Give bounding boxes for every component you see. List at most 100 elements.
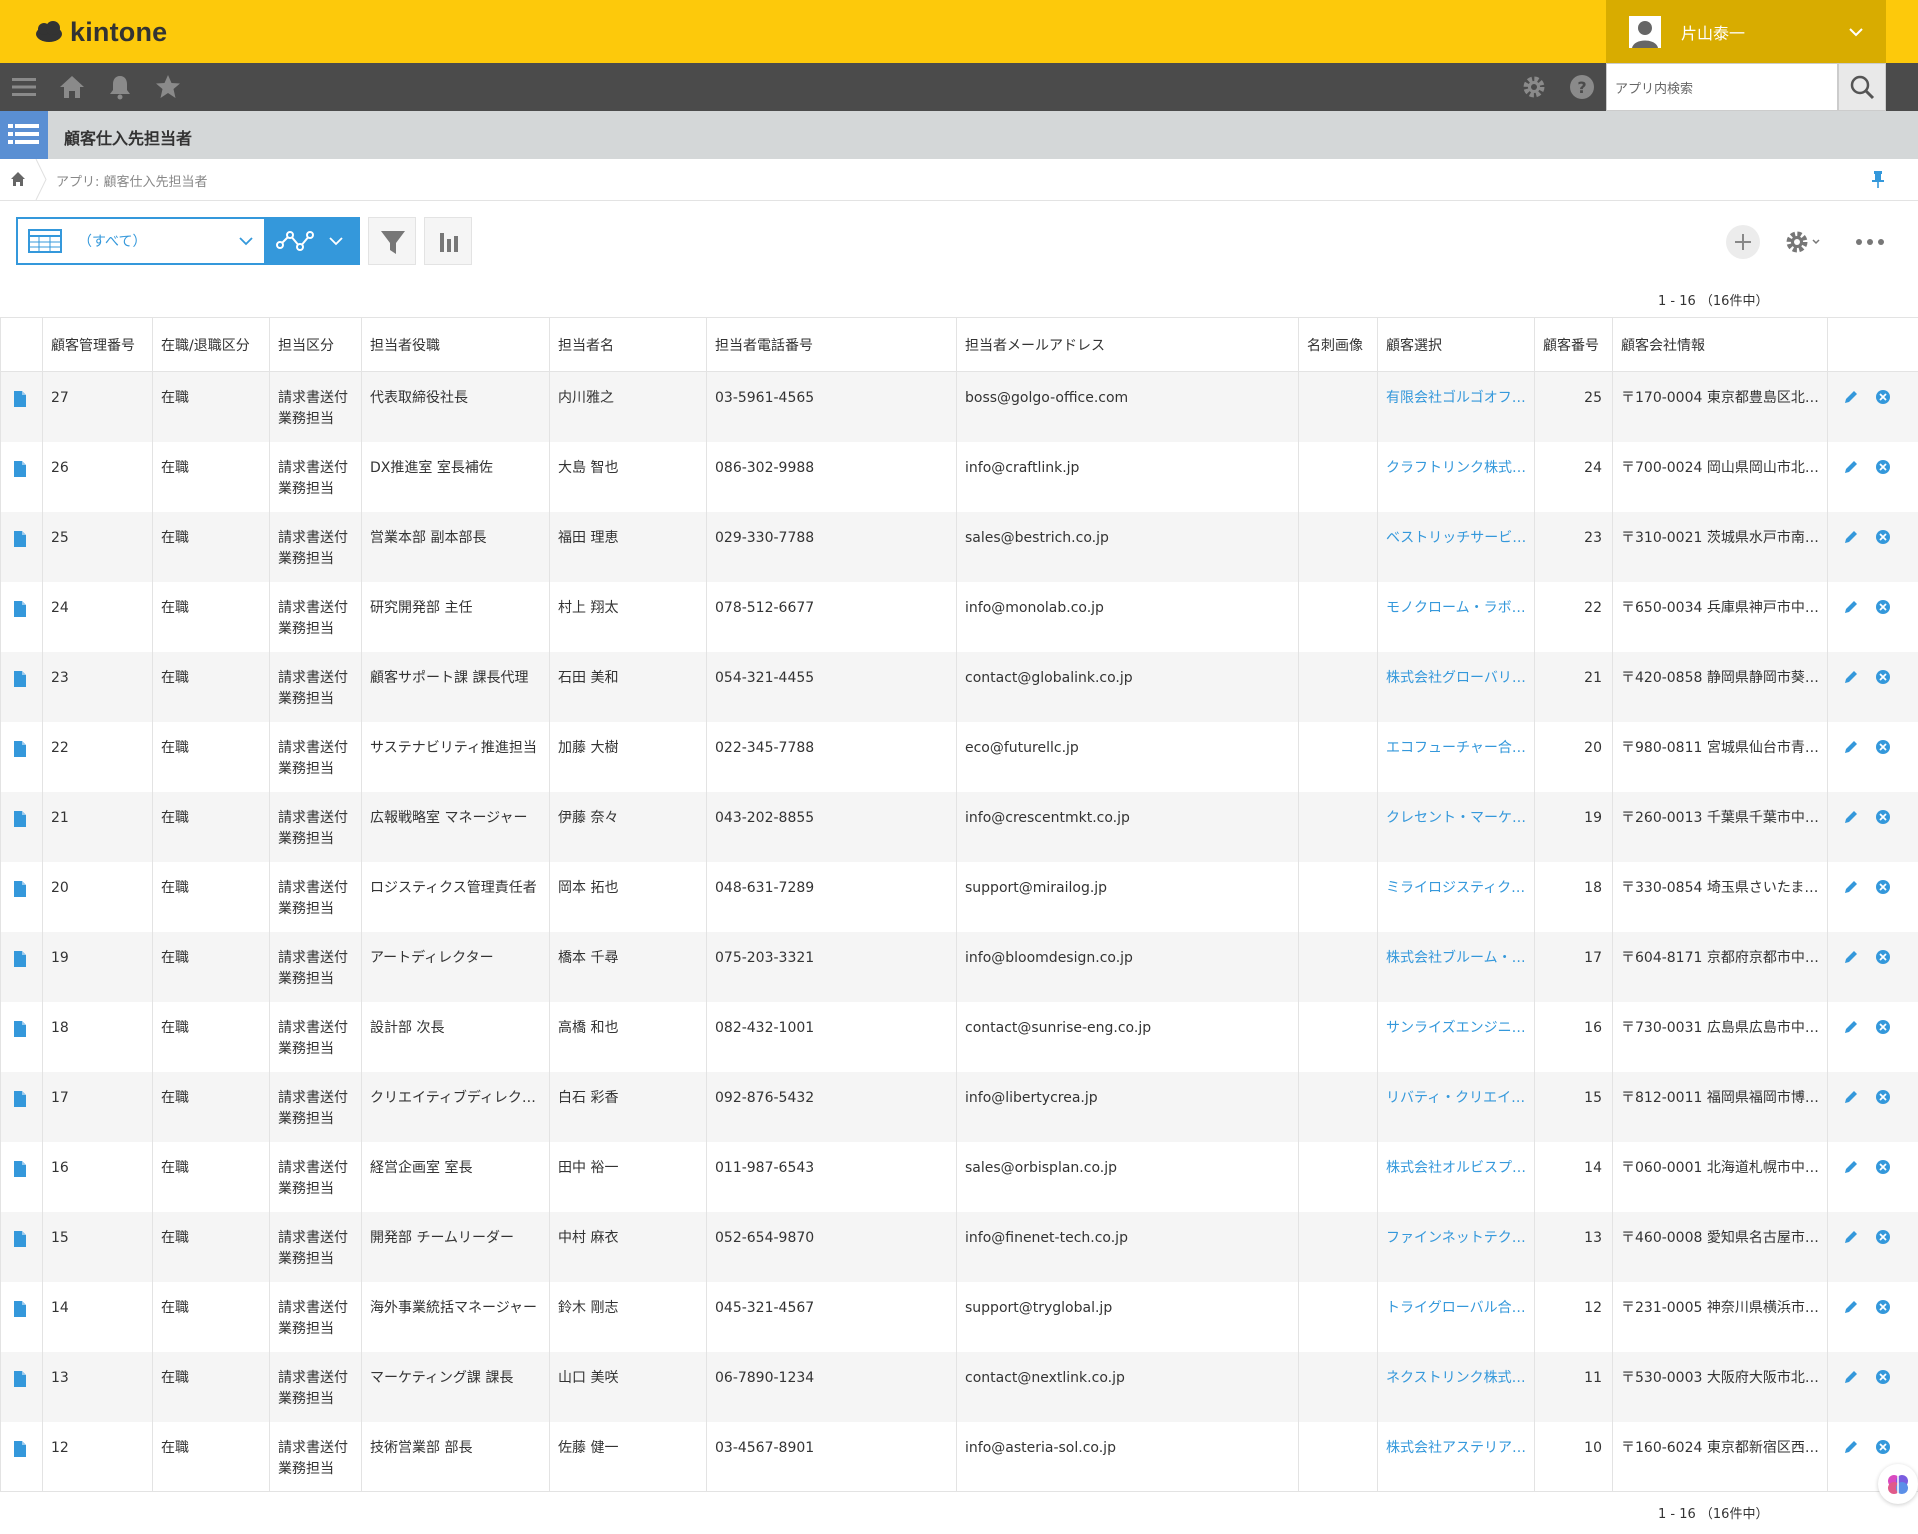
table-row[interactable]: 23 在職 請求書送付 業務担当 顧客サポート課 課長代理 石田 美和 054-321-44… [0,651,1918,722]
delete-icon[interactable] [1874,1298,1892,1316]
delete-icon[interactable] [1874,528,1892,546]
cell-customer-link[interactable]: クレセント・マーケ… [1377,791,1535,862]
delete-icon[interactable] [1874,1158,1892,1176]
table-row[interactable]: 13 在職 請求書送付 業務担当 マーケティング課 課長 山口 美咲 06-7890-123… [0,1351,1918,1422]
bell-icon[interactable] [106,73,134,101]
cell-customer-link[interactable]: 株式会社ブルーム・… [1377,931,1535,1002]
help-icon[interactable]: ? [1568,73,1596,101]
edit-pencil-icon[interactable] [1842,1088,1860,1106]
home-icon[interactable] [10,171,26,187]
table-row[interactable]: 26 在職 請求書送付 業務担当 DX推進室 室長補佐 大島 智也 086-302-9988… [0,441,1918,512]
table-row[interactable]: 12 在職 請求書送付 業務担当 技術営業部 部長 佐藤 健一 03-4567-8901 in… [0,1421,1918,1492]
column-header[interactable]: 担当者電話番号 [706,317,957,372]
cell-customer-link[interactable]: 株式会社オルビスプ… [1377,1141,1535,1212]
table-row[interactable]: 17 在職 請求書送付 業務担当 クリエイティブディレク… 白石 彩香 092-876-54… [0,1071,1918,1142]
edit-pencil-icon[interactable] [1842,1368,1860,1386]
delete-icon[interactable] [1874,668,1892,686]
delete-icon[interactable] [1874,388,1892,406]
edit-pencil-icon[interactable] [1842,1158,1860,1176]
delete-icon[interactable] [1874,1368,1892,1386]
table-row[interactable]: 19 在職 請求書送付 業務担当 アートディレクター 橋本 千尋 075-203-3321 i… [0,931,1918,1002]
record-detail-link[interactable] [0,371,43,442]
delete-icon[interactable] [1874,598,1892,616]
table-row[interactable]: 15 在職 請求書送付 業務担当 開発部 チームリーダー 中村 麻衣 052-654-987… [0,1211,1918,1282]
cell-customer-link[interactable]: リバティ・クリエイ… [1377,1071,1535,1142]
record-detail-link[interactable] [0,1141,43,1212]
cell-customer-link[interactable]: サンライズエンジニ… [1377,1001,1535,1072]
pin-icon[interactable] [1870,169,1886,189]
add-record-button[interactable] [1726,225,1760,259]
record-detail-link[interactable] [0,1351,43,1422]
graph-view-button[interactable] [266,217,360,265]
record-detail-link[interactable] [0,1001,43,1072]
column-header[interactable]: 担当区分 [269,317,362,372]
edit-pencil-icon[interactable] [1842,668,1860,686]
edit-pencil-icon[interactable] [1842,808,1860,826]
record-detail-link[interactable] [0,581,43,652]
assistant-widget[interactable] [1878,1464,1918,1504]
delete-icon[interactable] [1874,1018,1892,1036]
cell-customer-link[interactable]: クラフトリンク株式… [1377,441,1535,512]
edit-pencil-icon[interactable] [1842,598,1860,616]
app-icon[interactable] [0,111,48,159]
app-settings-button[interactable] [1782,225,1832,259]
column-header[interactable]: 担当者名 [549,317,707,372]
table-row[interactable]: 14 在職 請求書送付 業務担当 海外事業統括マネージャー 鈴木 剛志 045-321-45… [0,1281,1918,1352]
delete-icon[interactable] [1874,1228,1892,1246]
view-selector[interactable]: （すべて） [16,217,266,265]
column-header[interactable]: 在職/退職区分 [152,317,270,372]
cell-customer-link[interactable]: モノクローム・ラボ… [1377,581,1535,652]
table-row[interactable]: 25 在職 請求書送付 業務担当 営業本部 副本部長 福田 理恵 029-330-7788 s… [0,511,1918,582]
table-row[interactable]: 27 在職 請求書送付 業務担当 代表取締役社長 内川雅之 03-5961-4565 boss… [0,371,1918,442]
cell-customer-link[interactable]: 株式会社グローバリ… [1377,651,1535,722]
record-detail-link[interactable] [0,651,43,722]
delete-icon[interactable] [1874,948,1892,966]
star-icon[interactable] [154,73,182,101]
edit-pencil-icon[interactable] [1842,1228,1860,1246]
edit-pencil-icon[interactable] [1842,948,1860,966]
cell-customer-link[interactable]: 有限会社ゴルゴオフ… [1377,371,1535,442]
delete-icon[interactable] [1874,878,1892,896]
cell-customer-link[interactable]: ネクストリンク株式… [1377,1351,1535,1422]
breadcrumb-app-link[interactable]: アプリ: 顧客仕入先担当者 [56,171,208,190]
search-button[interactable] [1838,63,1886,111]
more-options-button[interactable] [1852,225,1888,259]
record-detail-link[interactable] [0,721,43,792]
record-detail-link[interactable] [0,511,43,582]
delete-icon[interactable] [1874,738,1892,756]
record-detail-link[interactable] [0,441,43,512]
edit-pencil-icon[interactable] [1842,738,1860,756]
delete-icon[interactable] [1874,1088,1892,1106]
edit-pencil-icon[interactable] [1842,458,1860,476]
column-header[interactable]: 名刺画像 [1298,317,1378,372]
app-search-input[interactable]: アプリ内検索 [1606,63,1838,111]
edit-pencil-icon[interactable] [1842,1438,1860,1456]
delete-icon[interactable] [1874,458,1892,476]
menu-icon[interactable] [10,73,38,101]
table-row[interactable]: 21 在職 請求書送付 業務担当 広報戦略室 マネージャー 伊藤 奈々 043-202-88… [0,791,1918,862]
edit-pencil-icon[interactable] [1842,528,1860,546]
graph-report-button[interactable] [424,217,472,265]
table-row[interactable]: 16 在職 請求書送付 業務担当 経営企画室 室長 田中 裕一 011-987-6543 sa… [0,1141,1918,1212]
column-header[interactable]: 顧客管理番号 [42,317,153,372]
user-menu[interactable]: 片山泰一 [1606,0,1886,63]
cell-customer-link[interactable]: ファインネットテク… [1377,1211,1535,1282]
cell-customer-link[interactable]: ベストリッチサービ… [1377,511,1535,582]
column-header[interactable]: 顧客番号 [1534,317,1613,372]
edit-pencil-icon[interactable] [1842,1018,1860,1036]
column-header[interactable]: 顧客会社情報 [1612,317,1828,372]
column-header[interactable]: 顧客選択 [1377,317,1535,372]
home-icon[interactable] [58,73,86,101]
record-detail-link[interactable] [0,931,43,1002]
gear-icon[interactable] [1520,73,1548,101]
edit-pencil-icon[interactable] [1842,388,1860,406]
record-detail-link[interactable] [0,1071,43,1142]
record-detail-link[interactable] [0,791,43,862]
cell-customer-link[interactable]: トライグローバル合… [1377,1281,1535,1352]
record-detail-link[interactable] [0,861,43,932]
cell-customer-link[interactable]: ミライロジスティク… [1377,861,1535,932]
table-row[interactable]: 22 在職 請求書送付 業務担当 サステナビリティ推進担当 加藤 大樹 022-345-77… [0,721,1918,792]
table-row[interactable]: 20 在職 請求書送付 業務担当 ロジスティクス管理責任者 岡本 拓也 048-631-72… [0,861,1918,932]
kintone-logo[interactable]: kintone [34,14,167,50]
record-detail-link[interactable] [0,1211,43,1282]
